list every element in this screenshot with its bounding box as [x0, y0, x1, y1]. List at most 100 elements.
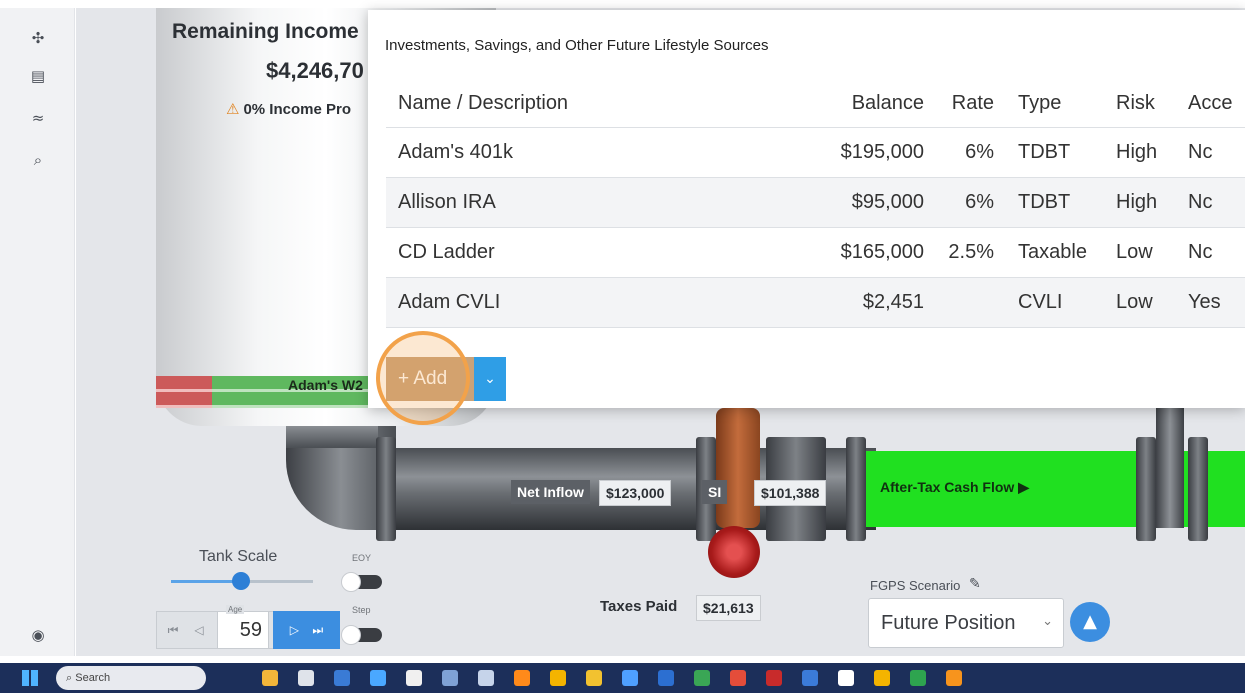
pipe-flange	[1188, 437, 1208, 541]
tank-bar-expense	[156, 376, 212, 408]
taskbar-app-icon[interactable]	[694, 670, 710, 686]
cell-access: Nc	[1176, 177, 1245, 228]
cell-risk: Low	[1104, 277, 1176, 328]
taskbar-app-icon[interactable]	[946, 670, 962, 686]
taskbar-app-icon[interactable]	[442, 670, 458, 686]
cell-name: Adam CVLI	[386, 277, 824, 328]
pipe-flange	[1136, 437, 1156, 541]
cell-name: Allison IRA	[386, 177, 824, 228]
chevron-down-icon: ⌄	[1042, 614, 1053, 629]
column-header-type[interactable]: Type	[1006, 80, 1104, 128]
taskbar-app-icon[interactable]	[514, 670, 530, 686]
taskbar-app-icon[interactable]	[334, 670, 350, 686]
table-row[interactable]: Adam CVLI $2,451 CVLI Low Yes	[386, 277, 1245, 328]
feed-icon[interactable]: ≈	[28, 108, 48, 128]
net-inflow-label: Net Inflow	[511, 480, 590, 504]
taskbar-search[interactable]: ⌕ Search	[56, 666, 206, 690]
taskbar-app-icon[interactable]	[370, 670, 386, 686]
taskbar-app-icon[interactable]	[478, 670, 494, 686]
taxes-paid-value: $21,613	[696, 595, 761, 621]
column-header-rate[interactable]: Rate	[936, 80, 1006, 128]
eoy-label: EOY	[352, 553, 372, 563]
left-sidebar: ✣ ▤ ≈ ⌕ ◉	[0, 8, 75, 656]
eoy-toggle[interactable]	[341, 572, 382, 592]
click-highlight	[376, 331, 470, 425]
cell-balance: $2,451	[824, 277, 936, 328]
taskbar-app-icon[interactable]	[874, 670, 890, 686]
cell-access: Nc	[1176, 227, 1245, 278]
camera-icon[interactable]: ◉	[28, 625, 48, 645]
taskbar-app-icon[interactable]	[766, 670, 782, 686]
taskbar-app-icon[interactable]	[658, 670, 674, 686]
taskbar-app-icon[interactable]	[298, 670, 314, 686]
taskbar-app-icon[interactable]	[406, 670, 422, 686]
alert-icon[interactable]: ▲	[1070, 602, 1110, 642]
remaining-income-value: $4,246,70	[266, 58, 364, 83]
tax-pipe	[716, 408, 760, 528]
age-input[interactable]: 59	[217, 611, 269, 649]
cell-balance: $195,000	[824, 127, 936, 178]
cell-type: CVLI	[1006, 277, 1104, 328]
column-header-balance[interactable]: Balance	[824, 80, 936, 128]
tank-scale-label: Tank Scale	[199, 548, 278, 565]
table-row[interactable]: Adam's 401k $195,000 6% TDBT High Nc	[386, 127, 1245, 178]
net-inflow-value: $123,000	[599, 480, 672, 506]
age-last-button[interactable]: ⏭	[312, 623, 323, 637]
after-tax-cash-flow-label: After-Tax Cash Flow ▶	[880, 479, 1029, 495]
column-header-risk[interactable]: Risk	[1104, 80, 1176, 128]
cell-risk: Low	[1104, 227, 1176, 278]
income-source-label: Adam's W2	[288, 377, 363, 393]
taskbar-app-icon[interactable]	[910, 670, 926, 686]
taskbar-app-icon[interactable]	[550, 670, 566, 686]
si-label: SI	[702, 480, 728, 504]
table-row[interactable]: Allison IRA $95,000 6% TDBT High Nc	[386, 177, 1245, 228]
cell-rate	[936, 277, 1006, 328]
cell-rate: 6%	[936, 127, 1006, 178]
documents-icon[interactable]: ▤	[28, 66, 48, 86]
taskbar-app-icon[interactable]	[730, 670, 746, 686]
tax-valve-icon[interactable]	[708, 526, 760, 578]
pipe-connector	[286, 426, 378, 448]
search-icon: ⌕	[66, 671, 73, 684]
search-analysis-icon[interactable]: ⌕	[28, 150, 48, 170]
column-header-name[interactable]: Name / Description	[386, 80, 824, 128]
cell-type: Taxable	[1006, 227, 1104, 278]
os-taskbar: ⌕ Search	[0, 663, 1245, 693]
investments-dialog: Investments, Savings, and Other Future L…	[368, 10, 1245, 408]
edit-scenario-icon[interactable]: ✎	[969, 576, 981, 592]
age-label: Age	[226, 605, 245, 614]
taskbar-search-placeholder: Search	[75, 672, 111, 684]
add-options-dropdown[interactable]: ⌄	[474, 357, 506, 401]
table-header-row: Name / Description Balance Rate Type Ris…	[386, 80, 1245, 128]
taskbar-app-icon[interactable]	[262, 670, 278, 686]
scenarios-icon[interactable]: ✣	[28, 28, 48, 48]
cell-rate: 6%	[936, 177, 1006, 228]
table-row[interactable]: CD Ladder $165,000 2.5% Taxable Low Nc	[386, 227, 1245, 278]
column-header-access[interactable]: Acce	[1176, 80, 1245, 128]
dialog-title: Investments, Savings, and Other Future L…	[385, 37, 769, 54]
taskbar-app-icon[interactable]	[586, 670, 602, 686]
tank-scale-thumb[interactable]	[232, 572, 250, 590]
cell-risk: High	[1104, 177, 1176, 228]
cell-type: TDBT	[1006, 177, 1104, 228]
taskbar-app-icon[interactable]	[838, 670, 854, 686]
cell-access: Yes	[1176, 277, 1245, 328]
cell-rate: 2.5%	[936, 227, 1006, 278]
outflow-pipe	[1156, 408, 1184, 528]
cell-name: CD Ladder	[386, 227, 824, 278]
age-prev-button[interactable]: ◁	[184, 611, 214, 649]
age-forward-controls: ▷ ⏭	[273, 611, 340, 649]
cell-balance: $95,000	[824, 177, 936, 228]
step-label: Step	[352, 605, 371, 615]
remaining-income-title: Remaining Income	[172, 20, 359, 43]
scenario-select[interactable]: Future Position ⌄	[868, 598, 1064, 648]
income-warning-text: 0% Income Pro	[243, 101, 351, 118]
step-toggle[interactable]	[341, 625, 382, 645]
age-next-button[interactable]: ▷	[290, 623, 299, 637]
scenario-label: FGPS Scenario	[870, 578, 961, 593]
taskbar-app-icon[interactable]	[622, 670, 638, 686]
taskbar-app-icon[interactable]	[802, 670, 818, 686]
cell-access: Nc	[1176, 127, 1245, 178]
windows-start-icon[interactable]	[22, 670, 38, 686]
income-warning: ⚠ 0% Income Pro	[226, 100, 351, 118]
